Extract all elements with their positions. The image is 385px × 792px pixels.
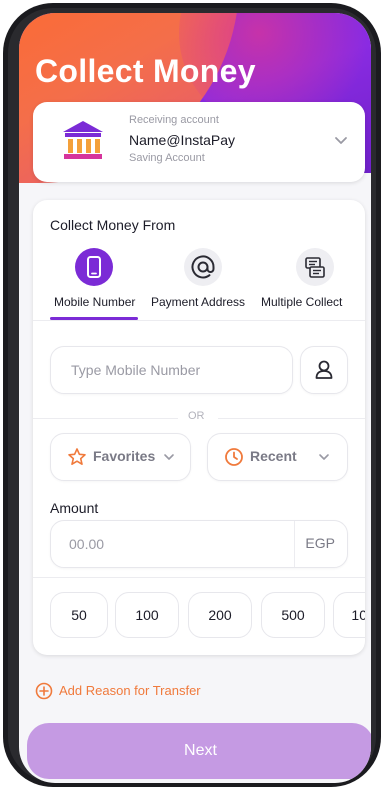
- bank-icon: [63, 121, 103, 159]
- add-reason-label: Add Reason for Transfer: [59, 683, 201, 698]
- account-type: Saving Account: [129, 152, 205, 164]
- plus-circle-icon: [35, 682, 53, 700]
- divider: [294, 521, 295, 567]
- currency-label: EGP: [305, 535, 335, 551]
- account-name: Name@InstaPay: [129, 132, 236, 148]
- quick-amount-list: 50 100 200 500 1000: [33, 592, 365, 638]
- or-label: OR: [188, 410, 205, 422]
- amount-input[interactable]: [67, 535, 271, 553]
- quick-amount-chip[interactable]: 50: [50, 592, 108, 638]
- chevron-down-icon: [319, 454, 329, 460]
- collect-from-title: Collect Money From: [50, 217, 176, 233]
- at-sign-icon: [184, 248, 222, 286]
- quick-amount-chip[interactable]: 1000: [333, 592, 365, 638]
- divider: [33, 418, 178, 419]
- tab-payment-address[interactable]: Payment Address: [151, 248, 255, 320]
- chevron-down-icon: [164, 454, 174, 460]
- favorites-dropdown[interactable]: Favorites: [50, 433, 191, 481]
- chevron-down-icon[interactable]: [333, 132, 349, 148]
- page-title: Collect Money: [35, 53, 256, 89]
- mobile-number-input[interactable]: [69, 361, 273, 379]
- quick-amount-chip[interactable]: 100: [115, 592, 179, 638]
- divider: [33, 320, 365, 321]
- tab-mobile-number[interactable]: Mobile Number: [50, 248, 138, 320]
- phone-frame: Collect Money Receiving account Name@Ins…: [3, 3, 381, 787]
- clock-icon: [225, 448, 243, 466]
- mobile-phone-icon: [75, 248, 113, 286]
- star-icon: [68, 448, 86, 466]
- favorites-label: Favorites: [93, 448, 156, 464]
- contacts-button[interactable]: [300, 346, 348, 394]
- account-label: Receiving account: [129, 114, 219, 126]
- tab-label: Multiple Collect: [261, 295, 343, 309]
- divider: [33, 577, 365, 578]
- mobile-number-field[interactable]: [50, 346, 293, 394]
- recent-label: Recent: [250, 448, 297, 464]
- app-screen: Collect Money Receiving account Name@Ins…: [19, 13, 371, 783]
- next-button[interactable]: Next: [27, 723, 371, 779]
- amount-label: Amount: [50, 500, 99, 516]
- receiving-account-selector[interactable]: Receiving account Name@InstaPay Saving A…: [33, 102, 365, 182]
- or-separator: OR: [33, 410, 365, 426]
- tab-multiple-collect[interactable]: Multiple Collect: [261, 248, 359, 320]
- divider: [218, 418, 365, 419]
- recent-dropdown[interactable]: Recent: [207, 433, 348, 481]
- collect-form-card: Collect Money From Mobile Number Payment…: [33, 200, 365, 655]
- multiple-collect-icon: [296, 248, 334, 286]
- tab-label: Mobile Number: [54, 295, 136, 309]
- quick-amount-chip[interactable]: 200: [188, 592, 252, 638]
- amount-field[interactable]: EGP: [50, 520, 348, 568]
- tab-label: Payment Address: [151, 295, 246, 309]
- collect-method-tabs: Mobile Number Payment Address Multiple C…: [33, 248, 365, 320]
- quick-amount-chip[interactable]: 500: [261, 592, 325, 638]
- person-icon: [315, 360, 333, 379]
